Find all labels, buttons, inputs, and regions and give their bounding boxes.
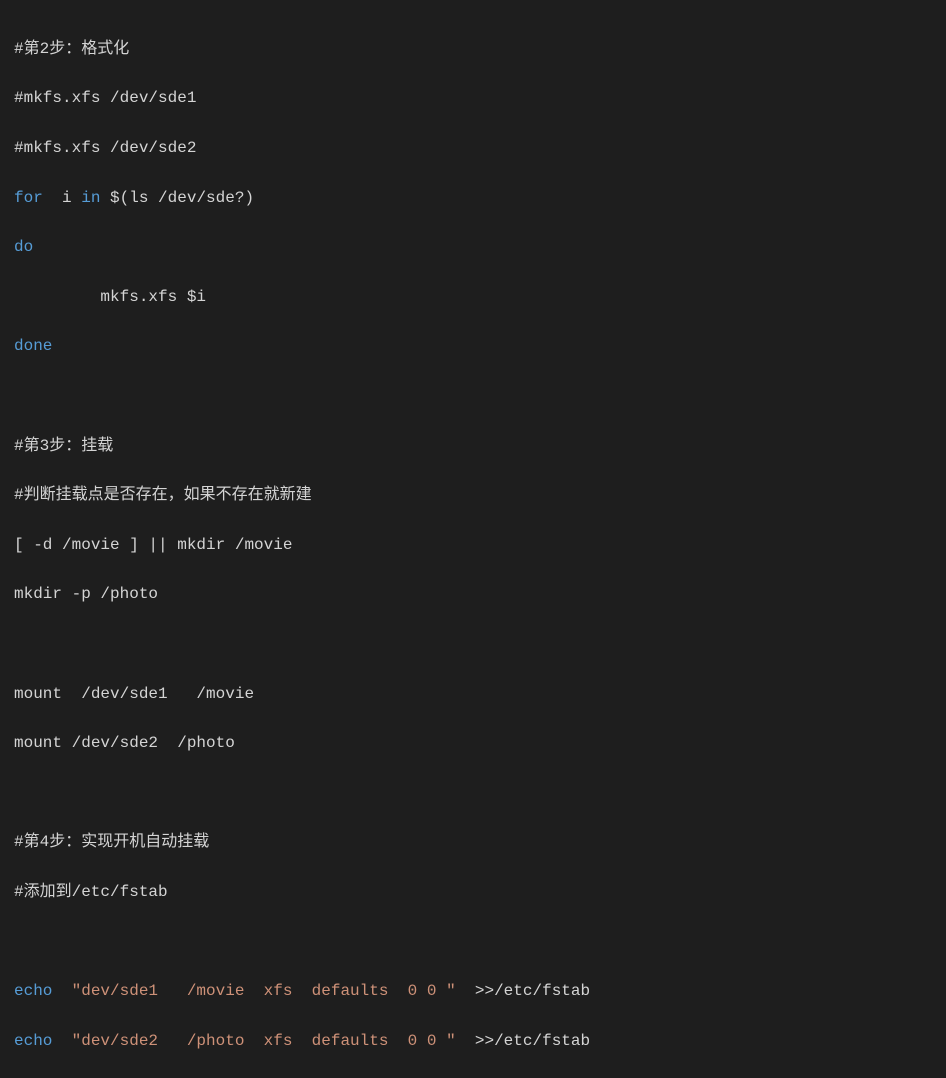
code-line: mount /dev/sde1 /movie <box>14 682 932 707</box>
code-text: $(ls /dev/sde?) <box>100 189 254 207</box>
code-line: echo "dev/sde1 /movie xfs defaults 0 0 "… <box>14 979 932 1004</box>
code-line: #第4步：实现开机自动挂载 <box>14 830 932 855</box>
code-line: #mkfs.xfs /dev/sde2 <box>14 136 932 161</box>
keyword-echo: echo <box>14 982 52 1000</box>
code-line: #判断挂载点是否存在，如果不存在就新建 <box>14 483 932 508</box>
code-text: i <box>43 189 81 207</box>
code-line: #添加到/etc/fstab <box>14 880 932 905</box>
code-line: mount /dev/sde2 /photo <box>14 731 932 756</box>
code-line-empty <box>14 384 932 409</box>
code-line: [ -d /movie ] || mkdir /movie <box>14 533 932 558</box>
code-line: #第3步：挂载 <box>14 434 932 459</box>
keyword-echo: echo <box>14 1032 52 1050</box>
code-line: done <box>14 334 932 359</box>
code-line: do <box>14 235 932 260</box>
code-line: mkfs.xfs $i <box>14 285 932 310</box>
code-line: #mkfs.xfs /dev/sde1 <box>14 86 932 111</box>
code-line-empty <box>14 781 932 806</box>
code-line: for i in $(ls /dev/sde?) <box>14 186 932 211</box>
keyword-for: for <box>14 189 43 207</box>
string-literal: "dev/sde2 /photo xfs defaults 0 0 " <box>52 1032 455 1050</box>
code-line: #第2步：格式化 <box>14 37 932 62</box>
keyword-done: done <box>14 337 52 355</box>
code-line: echo "dev/sde2 /photo xfs defaults 0 0 "… <box>14 1029 932 1054</box>
code-line-empty <box>14 632 932 657</box>
code-text: >>/etc/fstab <box>456 1032 590 1050</box>
code-line: mkdir -p /photo <box>14 582 932 607</box>
terminal-output: #第2步：格式化 #mkfs.xfs /dev/sde1 #mkfs.xfs /… <box>14 12 932 1078</box>
keyword-do: do <box>14 238 33 256</box>
keyword-in: in <box>81 189 100 207</box>
code-text: >>/etc/fstab <box>456 982 590 1000</box>
code-line-empty <box>14 929 932 954</box>
string-literal: "dev/sde1 /movie xfs defaults 0 0 " <box>52 982 455 1000</box>
